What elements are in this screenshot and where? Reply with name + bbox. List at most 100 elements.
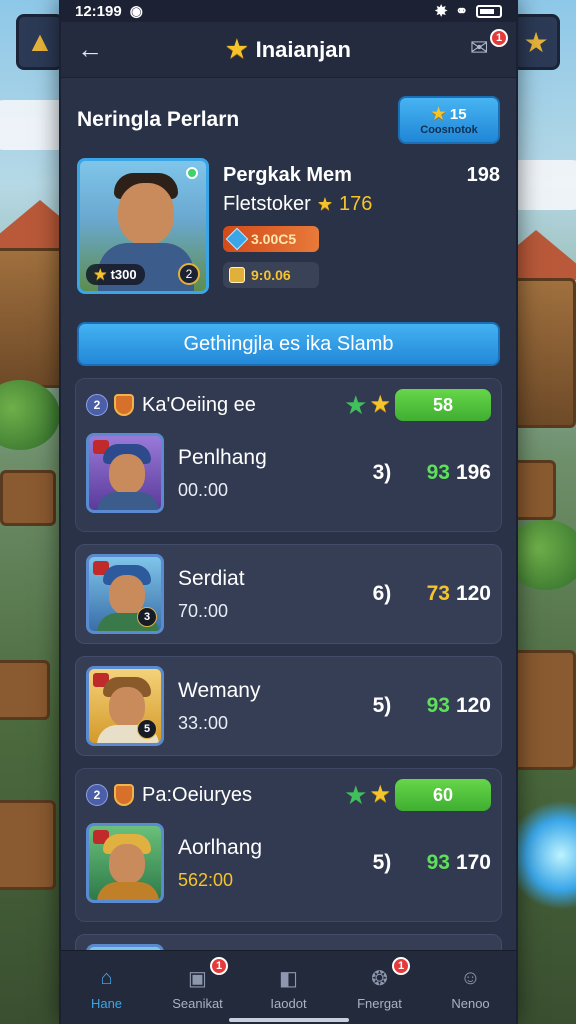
profile-card: ★ t300 2 Pergkak Mem 198 Fletstoker ★ 176…: [77, 158, 500, 298]
row-value: 120: [455, 582, 491, 605]
star-icon: ★: [431, 106, 446, 123]
league-group: 2 Pa:Oeiuryes ★ ★ 60 Aorlhang 562:00 5): [75, 768, 502, 922]
nav-item-card[interactable]: ◧ Iaodot: [243, 951, 334, 1024]
diamond-icon: 93: [426, 694, 450, 717]
coin-button[interactable]: ★ 15 Coosnotok: [398, 96, 500, 144]
shield-icon: [114, 784, 134, 806]
gem-resource: 3.00C5: [223, 226, 319, 252]
chat-badge: 1: [490, 28, 508, 47]
player-name: Pergkak Mem: [223, 164, 352, 186]
home-indicator: [229, 1018, 349, 1022]
list-item[interactable]: Aorlhang 562:00 5) 93 170: [86, 813, 491, 913]
star-icon: ★: [369, 390, 391, 418]
player-rank: 198: [466, 164, 500, 186]
avatar[interactable]: ★ t300 2: [77, 158, 209, 294]
player-portrait: 3: [86, 554, 164, 634]
home-icon: ⌂: [100, 966, 113, 989]
league-title: Ka'Oeiing ee: [142, 393, 256, 416]
gem-value: 3.00C5: [251, 231, 297, 247]
profile-section: Neringla Perlarn ★ 15 Coosnotok ★ t300 2 …: [61, 78, 516, 298]
diamond-icon: 93: [426, 461, 450, 484]
chat-button[interactable]: ✉ 1: [470, 28, 508, 65]
profile-heading: Neringla Perlarn: [77, 108, 240, 131]
league-score[interactable]: 60: [395, 779, 491, 811]
league-title: Pa:Oeiuryes: [142, 783, 253, 806]
status-time: 12:199: [75, 2, 122, 20]
wifi-icon: ⚭: [455, 3, 468, 20]
primary-action-button[interactable]: Gethingjla es ika Slamb: [77, 322, 500, 366]
row-time: 00.:00: [178, 479, 229, 500]
player-portrait: [86, 433, 164, 513]
league-stars: ★ ★: [344, 390, 391, 421]
profile-icon: ☺: [460, 966, 481, 989]
portrait-level: 3: [137, 607, 157, 627]
row-reward: 93 120: [427, 694, 491, 718]
nav-badge: 1: [392, 957, 410, 975]
row-rank: 5): [372, 851, 392, 874]
star-icon: ★: [523, 26, 549, 58]
diamond-icon: 73: [426, 582, 450, 605]
row-reward: 73 120: [427, 582, 491, 606]
league-number: 2: [86, 784, 108, 806]
chest-icon: ▣: [188, 967, 207, 990]
nav-item-home[interactable]: ⌂ Hane: [61, 951, 152, 1024]
gold-resource: 9:0.06: [223, 262, 319, 288]
nav-label: Iaodot: [270, 996, 307, 1011]
row-value: 196: [455, 461, 491, 484]
league-stars: ★ ★: [344, 780, 391, 811]
back-button[interactable]: ←: [77, 34, 107, 65]
league-score[interactable]: 58: [395, 389, 491, 421]
back-arrow-icon: ←: [77, 34, 103, 64]
status-bar: 12:199 ◉ ✸ ⚭: [61, 0, 516, 22]
player-subtitle: Fletstoker: [223, 193, 311, 215]
bottom-nav: ⌂ Hane ▣ Seanikat 1 ◧ Iaodot ❂ Fnergat 1…: [61, 950, 516, 1024]
star-icon: ★: [226, 36, 248, 63]
avatar-rank: 2: [178, 263, 200, 285]
star-icon: ★: [344, 779, 368, 810]
nav-label: Seanikat: [172, 996, 223, 1011]
row-time: 70.:00: [178, 600, 229, 621]
coin-count: 15: [449, 106, 467, 123]
league-header: 2 Ka'Oeiing ee ★ ★ 58: [86, 387, 491, 423]
page-title: ★ Inaianjan: [226, 35, 351, 64]
row-name: Penlhang: [178, 445, 267, 469]
nav-label: Nenoo: [451, 996, 490, 1011]
battery-icon: [476, 4, 502, 18]
corner-star-button[interactable]: ★: [512, 14, 560, 70]
star-icon: ★: [369, 780, 391, 808]
row-time: 33.:00: [178, 712, 229, 733]
nav-badge: 1: [210, 957, 228, 975]
coin-button-label: Coosnotok: [420, 124, 478, 136]
league-number: 2: [86, 394, 108, 416]
online-indicator: [186, 167, 198, 179]
star-icon: ★: [94, 266, 107, 282]
row-rank: 6): [372, 582, 392, 605]
chat-icon: ✉: [470, 34, 489, 60]
avatar-level: ★ t300: [86, 264, 145, 285]
league-group: 2 Ka'Oeiing ee ★ ★ 58 Penlhang 00.:00 3): [75, 378, 502, 532]
list-item[interactable]: 5 Wemany 33.:00 5) 93 120: [75, 656, 502, 756]
row-time: 562:00: [178, 869, 234, 890]
nav-item-profile[interactable]: ☺ Nenoo: [425, 951, 516, 1024]
portrait-level: 5: [137, 719, 157, 739]
list-item[interactable]: 3 Serdiat 70.:00 6) 73 120: [75, 544, 502, 644]
app-header: ← ★ Inaianjan ✉ 1: [61, 22, 516, 78]
gem-icon: [225, 227, 249, 251]
row-value: 170: [455, 851, 491, 874]
row-name: Serdiat: [178, 566, 245, 590]
star-icon: ★: [344, 389, 368, 420]
league-lists: 2 Ka'Oeiing ee ★ ★ 58 Penlhang 00.:00 3): [61, 366, 516, 1024]
row-reward: 93 170: [427, 851, 491, 875]
nav-item-compass[interactable]: ❂ Fnergat 1: [334, 951, 425, 1024]
list-item[interactable]: Penlhang 00.:00 3) 93 196: [86, 423, 491, 523]
card-icon: ◧: [279, 967, 298, 990]
row-name: Aorlhang: [178, 835, 263, 859]
app-notification-icon: ◉: [129, 3, 143, 20]
row-rank: 3): [372, 461, 392, 484]
corner-home-button[interactable]: ▲: [16, 14, 64, 70]
nav-label: Hane: [90, 996, 123, 1011]
nav-item-chest[interactable]: ▣ Seanikat 1: [152, 951, 243, 1024]
row-value: 120: [455, 694, 491, 717]
row-name: Wemany: [178, 678, 261, 702]
app-panel: 12:199 ◉ ✸ ⚭ ← ★ Inaianjan ✉ 1 Neringla …: [61, 0, 516, 1024]
